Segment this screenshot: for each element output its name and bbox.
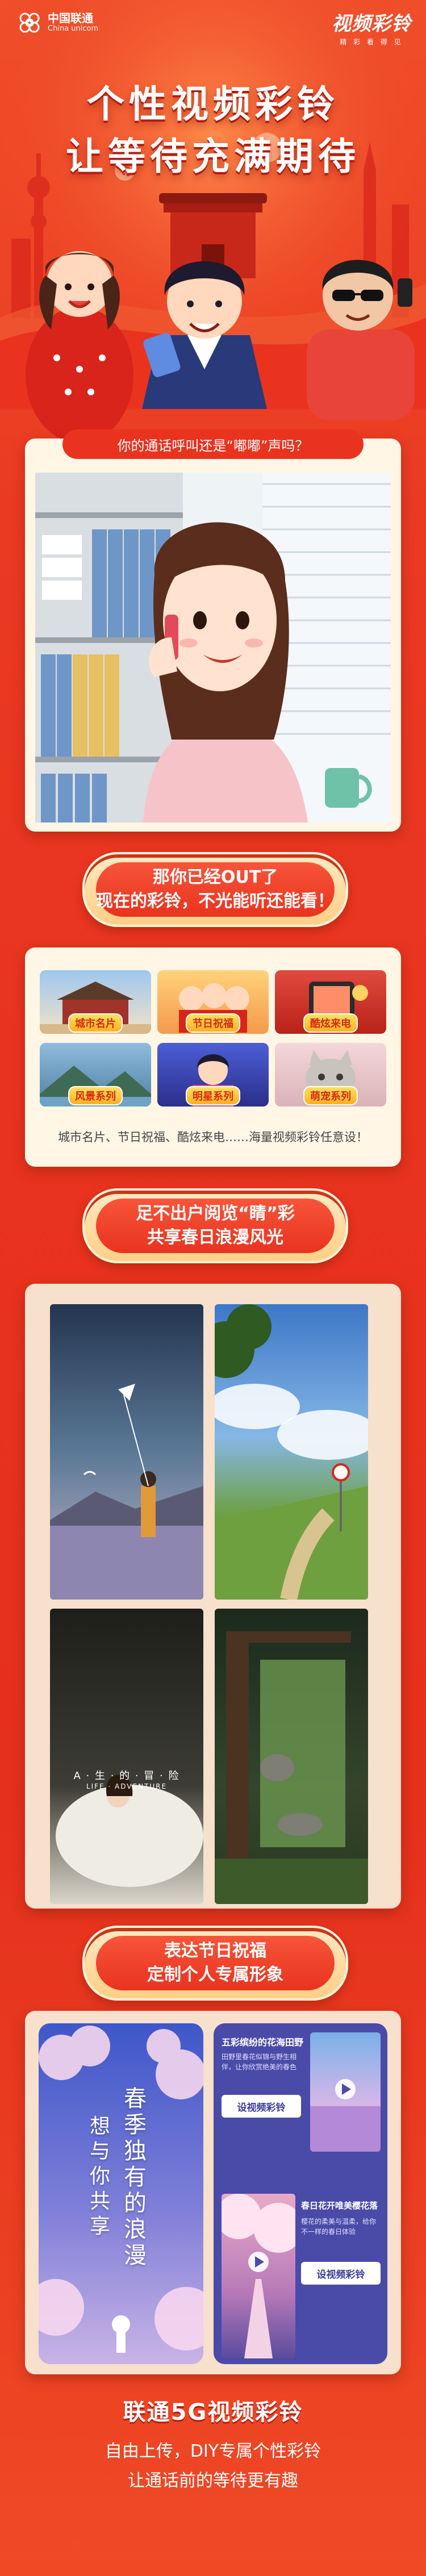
- banner-spring: 足不出户阅览“睛”彩 共享春日浪漫风光: [82, 1188, 348, 1263]
- category-tile-star[interactable]: 明星系列: [157, 1043, 269, 1107]
- category-tile-city[interactable]: 城市名片: [40, 970, 151, 1034]
- hero-title-line1: 个性视频彩铃: [87, 82, 339, 126]
- sakura-path-scene: [222, 2194, 295, 2358]
- category-card: 城市名片 节日祝福 酷炫来电 风景系列 明星系列 萌宠系列 城市名片、节日祝福、…: [25, 947, 401, 1167]
- brand-slogan: 精 彩 看 得 见: [340, 38, 403, 46]
- poem-line2: 想与你共享: [90, 2115, 111, 2238]
- gallery-card: A · 生 · 的 · 冒 · 险 LIFE · ADVENTURE: [25, 1284, 401, 1909]
- category-label-scenery: 风景系列: [68, 1086, 123, 1105]
- category-label-star: 明星系列: [186, 1086, 240, 1105]
- gallery-photo-bride[interactable]: A · 生 · 的 · 冒 · 险 LIFE · ADVENTURE: [50, 1609, 203, 1904]
- page: ♪ ♫ 中国联通 China unicom 视频彩铃 精 彩 看 得 见 个性视…: [0, 0, 426, 2576]
- card1-set-ringtone-button[interactable]: 设视频彩铃: [222, 2095, 301, 2118]
- gallery-photo-forest-door[interactable]: [215, 1609, 368, 1904]
- girl-kite-scene: [50, 1384, 203, 1600]
- footer-line2: 让通话前的等待更有趣: [128, 2471, 298, 2491]
- sakura-night-scene: [39, 2026, 203, 2353]
- category-tile-festival[interactable]: 节日祝福: [157, 970, 269, 1034]
- gallery-photo-kite[interactable]: [50, 1304, 203, 1600]
- banner-out: 那你已经OUT了 现在的彩铃，不光能听还能看！: [82, 852, 348, 927]
- poem-line1: 春季独有的浪漫: [124, 2086, 147, 2269]
- banner-spring-line2: 共享春日浪漫风光: [147, 1228, 283, 1247]
- carrier-name-cn: 中国联通: [48, 11, 93, 25]
- card1-video-thumb[interactable]: [310, 2032, 381, 2152]
- category-label-pet: 萌宠系列: [303, 1086, 358, 1105]
- card2-text: 樱花的柔美与温柔，给你不一样的春日体验: [301, 2218, 377, 2236]
- category-tile-scenery[interactable]: 风景系列: [40, 1043, 151, 1107]
- gallery-overlay-sub: LIFE · ADVENTURE: [86, 1782, 168, 1790]
- category-label-cool: 酷炫来电: [303, 1013, 358, 1033]
- unicom-knot-icon: [19, 12, 40, 33]
- category-tile-cool[interactable]: 酷炫来电: [275, 970, 386, 1034]
- carrier-logo: 中国联通 China unicom: [17, 10, 98, 35]
- footer-line1: 自由上传，DIY专属个性彩铃: [105, 2441, 321, 2461]
- flower-field-scene: [310, 2079, 381, 2152]
- call-question-bubble: 你的通话呼叫还是“嘟嘟”声吗？: [62, 429, 364, 459]
- custom-phone-right: 五彩缤纷的花海田野 田野里春花似锦与野生相伴，让你欣赏绝美的春色 设视频彩铃 春: [214, 2023, 387, 2364]
- carrier-name-en: China unicom: [48, 24, 99, 33]
- banner-out-line2: 现在的彩铃，不光能听还能看！: [96, 891, 335, 911]
- girl-on-phone-illustration: [35, 473, 391, 823]
- gallery-photo-meadow[interactable]: [215, 1304, 368, 1600]
- card2-title: 春日花开唯美樱花落: [301, 2201, 378, 2211]
- banner-out-line1: 那你已经OUT了: [152, 867, 278, 887]
- card1-text: 田野里春花似锦与野生相伴，让你欣赏绝美的春色: [222, 2053, 297, 2071]
- brand-name: 视频彩铃: [332, 12, 411, 35]
- brand-logo: 视频彩铃 精 彩 看 得 见: [332, 8, 411, 47]
- card2-set-ringtone-button[interactable]: 设视频彩铃: [301, 2262, 381, 2285]
- hero-background: ♪ ♫: [0, 0, 426, 454]
- banner-spring-line1: 足不出户阅览“睛”彩: [136, 1204, 295, 1224]
- call-illustration-card: [25, 439, 401, 832]
- banner-custom-line1: 表达节日祝福: [164, 1941, 266, 1961]
- forest-door-scene: [215, 1631, 368, 1904]
- hero-title-line2: 让等待充满期待: [66, 135, 360, 178]
- custom-phone-left[interactable]: 春季独有的浪漫 想与你共享: [39, 2023, 203, 2364]
- gallery-overlay-text: A · 生 · 的 · 冒 · 险: [73, 1770, 180, 1782]
- banner-custom-line2: 定制个人专属形象: [147, 1965, 283, 1985]
- anime-meadow-scene: [215, 1304, 368, 1600]
- category-label-festival: 节日祝福: [186, 1013, 240, 1033]
- card1-title: 五彩缤纷的花海田野: [222, 2037, 304, 2048]
- category-description: 城市名片、节日祝福、酷炫来电……海量视频彩铃任意设！: [58, 1130, 368, 1144]
- category-tile-pet[interactable]: 萌宠系列: [275, 1043, 386, 1107]
- category-label-city: 城市名片: [68, 1013, 123, 1033]
- banner-custom: 表达节日祝福 定制个人专属形象: [82, 1926, 348, 2001]
- custom-card: 春季独有的浪漫 想与你共享 五彩缤纷的花海田野 田野里春花似锦与野生相伴，让你欣…: [25, 2011, 401, 2374]
- girl-in-dress-scene: [56, 1775, 203, 1887]
- card2-video-thumb[interactable]: [222, 2194, 295, 2358]
- footer-title: 联通5G视频彩铃: [123, 2399, 303, 2425]
